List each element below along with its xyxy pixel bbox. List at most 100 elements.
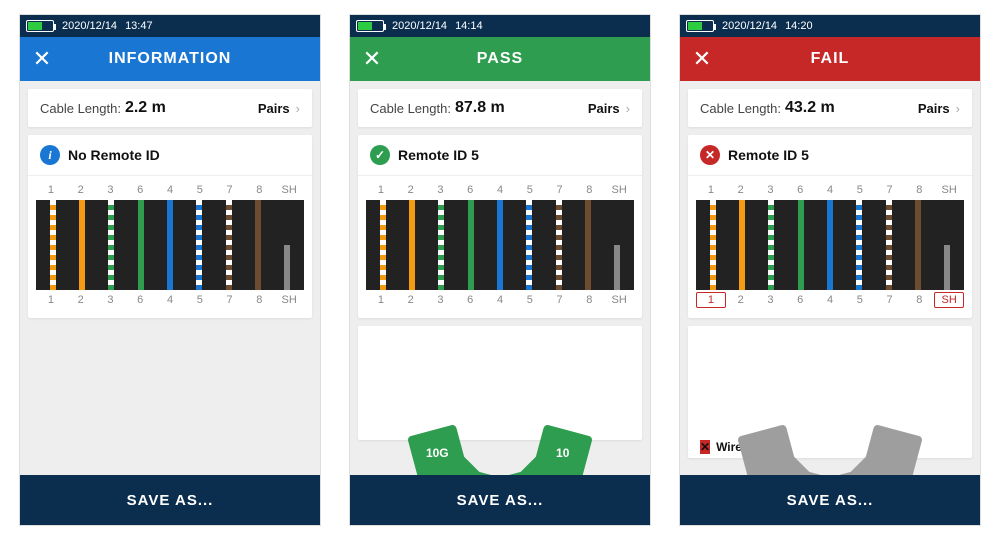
result-title: PASS (350, 50, 650, 68)
wire (79, 200, 85, 290)
chevron-right-icon: › (296, 101, 300, 116)
wiremap-wires (696, 200, 964, 290)
result-title: FAIL (680, 50, 980, 68)
wire (50, 200, 56, 290)
wiremap-bottom-labels: 12364578SH (366, 292, 634, 308)
wire (255, 200, 261, 290)
wiremap: 12364578SH 12364578SH (358, 176, 642, 318)
speed-gauge-card: 101001G2.5G ✓5G10G (358, 326, 642, 440)
result-bar: ✕INFORMATION (20, 37, 320, 81)
save-as-button[interactable]: SAVE AS... (350, 475, 650, 525)
cable-length-card: Cable Length: 43.2 m Pairs › (688, 89, 972, 127)
wire (226, 200, 232, 290)
device-screen: 2020/12/1414:14✕PASSCable Length: 87.8 m… (350, 15, 650, 525)
cable-length-value: 87.8 m (455, 99, 505, 117)
remote-id-label: Remote ID 5 (398, 147, 479, 163)
pairs-link[interactable]: Pairs (588, 101, 620, 116)
wiremap-wires (36, 200, 304, 290)
cable-length-row[interactable]: Cable Length: 87.8 m Pairs › (358, 89, 642, 127)
wiremap-wires (366, 200, 634, 290)
error-icon: ✕ (700, 440, 710, 454)
wire (108, 200, 114, 290)
wire (886, 200, 892, 290)
status-time: 13:47 (125, 20, 153, 32)
wire (380, 200, 386, 290)
result-bar: ✕PASS (350, 37, 650, 81)
bad-icon: ✕ (700, 145, 720, 165)
speed-gauge (710, 336, 950, 436)
wiremap-card: i No Remote ID 12364578SH 12364578SH (28, 135, 312, 318)
wiremap-top-labels: 12364578SH (366, 182, 634, 198)
battery-icon (356, 20, 384, 32)
wire (526, 200, 532, 290)
status-bar: 2020/12/14 14:20 (680, 15, 980, 37)
status-date: 2020/12/14 (62, 20, 117, 32)
wiremap-top-labels: 12364578SH (36, 182, 304, 198)
cable-length-card: Cable Length: 87.8 m Pairs › (358, 89, 642, 127)
cable-length-card: Cable Length: 2.2 mPairs› (28, 89, 312, 127)
wire (468, 200, 474, 290)
remote-id-label: No Remote ID (68, 147, 160, 163)
wiremap: 12364578SH 12364578SH (28, 176, 312, 318)
status-bar: 2020/12/14 13:47 (20, 15, 320, 37)
result-bar: ✕FAIL (680, 37, 980, 81)
wire (856, 200, 862, 290)
wire (915, 200, 921, 290)
wire (196, 200, 202, 290)
wiremap-top-labels: 12364578SH (696, 182, 964, 198)
wiremap: 12364578SH 12364578SH (688, 176, 972, 318)
wiremap-bottom-labels: 12364578SH (696, 292, 964, 308)
speed-gauge-card: ✕Wiremap (688, 326, 972, 458)
wire (284, 245, 290, 290)
wire (138, 200, 144, 290)
cable-length-label: Cable Length: (370, 101, 451, 116)
status-time: 14:20 (785, 20, 813, 32)
wire (438, 200, 444, 290)
status-date: 2020/12/14 (722, 20, 777, 32)
remote-id-row: ✕ Remote ID 5 (688, 135, 972, 176)
wire (409, 200, 415, 290)
status-bar: 2020/12/14 14:14 (350, 15, 650, 37)
wire (167, 200, 173, 290)
content-area: Cable Length: 87.8 m Pairs › ✓ Remote ID 5 12… (350, 81, 650, 475)
content-area: Cable Length: 43.2 m Pairs › ✕ Remote ID 5 12… (680, 81, 980, 475)
wiremap-card: ✓ Remote ID 5 12364578SH 12364578SH (358, 135, 642, 318)
device-screen: 2020/12/1414:20✕FAILCable Length: 43.2 m… (680, 15, 980, 525)
wire (827, 200, 833, 290)
cable-length-row[interactable]: Cable Length: 43.2 m Pairs › (688, 89, 972, 127)
wire (710, 200, 716, 290)
save-as-button[interactable]: SAVE AS... (680, 475, 980, 525)
wiremap-card: ✕ Remote ID 5 12364578SH 12364578SH (688, 135, 972, 318)
content-area: Cable Length: 2.2 mPairs›iNo Remote ID12… (20, 81, 320, 475)
cable-length-value: 43.2 m (785, 99, 835, 117)
battery-icon (26, 20, 54, 32)
device-screen: 2020/12/14 13:47 ✕INFORMATION Cable Length:… (20, 15, 320, 525)
wire (497, 200, 503, 290)
save-as-button[interactable]: SAVE AS... (20, 475, 320, 525)
remote-id-row: i No Remote ID (28, 135, 312, 176)
wire (739, 200, 745, 290)
wire (944, 245, 950, 290)
wire (585, 200, 591, 290)
cable-length-label: Cable Length: (40, 101, 121, 116)
chevron-right-icon: › (626, 101, 630, 116)
wire (614, 245, 620, 290)
chevron-right-icon: › (956, 101, 960, 116)
status-date: 2020/12/14 (392, 20, 447, 32)
battery-icon (686, 20, 714, 32)
status-time: 14:14 (455, 20, 483, 32)
cable-length-row[interactable]: Cable Length: 2.2 mPairs› (28, 89, 312, 127)
result-title: INFORMATION (20, 50, 320, 68)
speed-gauge: 101001G2.5G ✓5G10G (380, 336, 620, 436)
cable-length-label: Cable Length: (700, 101, 781, 116)
info-icon: i (40, 145, 60, 165)
wiremap-bottom-labels: 12364578SH (36, 292, 304, 308)
remote-id-row: ✓ Remote ID 5 (358, 135, 642, 176)
pairs-link[interactable]: Pairs (918, 101, 950, 116)
wire (556, 200, 562, 290)
pairs-link[interactable]: Pairs (258, 101, 290, 116)
wire (768, 200, 774, 290)
ok-icon: ✓ (370, 145, 390, 165)
remote-id-label: Remote ID 5 (728, 147, 809, 163)
wire (798, 200, 804, 290)
